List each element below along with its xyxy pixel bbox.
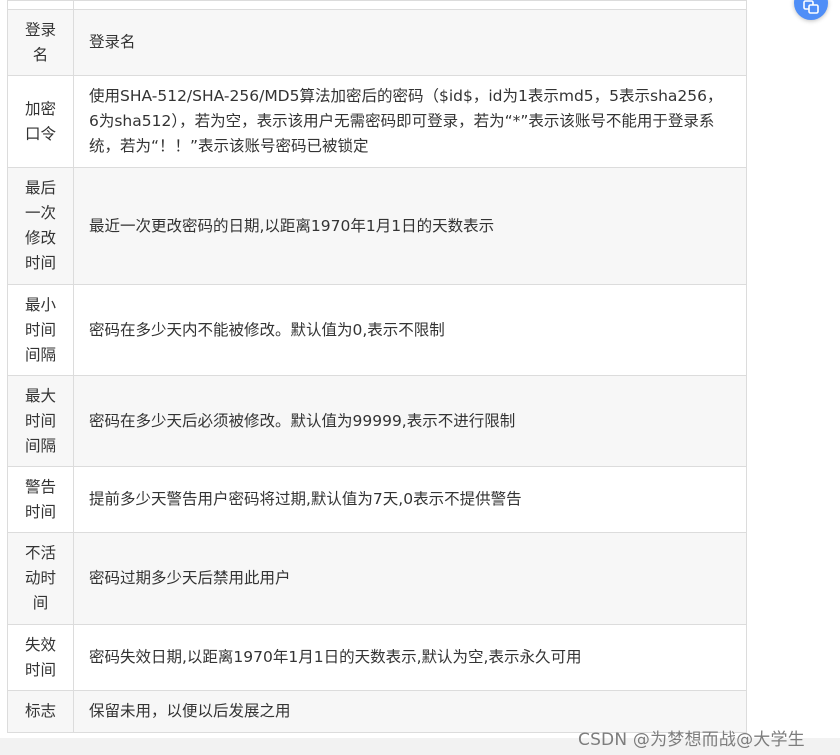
field-desc-cell: 密码失效日期,以距离1970年1月1日的天数表示,默认为空,表示永久可用 — [73, 624, 747, 691]
field-description: 密码在多少天内不能被修改。默认值为0,表示不限制 — [89, 320, 445, 339]
field-description: 密码过期多少天后禁用此用户 — [89, 569, 291, 587]
page: 登录名 登录名 加密口令 使用SHA-512/SHA-256/MD5算法加密后的… — [0, 0, 840, 755]
field-desc-cell: 密码在多少天内不能被修改。默认值为0,表示不限制 — [73, 284, 747, 376]
field-name: 加密口令 — [24, 99, 56, 143]
field-name: 警告时间 — [24, 477, 56, 521]
field-name-cell: 登录名 — [7, 9, 74, 76]
field-name-cell: 失效时间 — [7, 624, 74, 691]
field-desc-cell: 登录名 — [73, 9, 747, 76]
field-name: 登录名 — [24, 20, 56, 64]
field-description: 保留未用，以便以后发展之用 — [89, 702, 291, 720]
field-name-cell: 最后一次修改时间 — [7, 167, 74, 285]
shadow-fields-table: 登录名 登录名 加密口令 使用SHA-512/SHA-256/MD5算法加密后的… — [7, 0, 747, 733]
field-name: 最后一次修改时间 — [24, 179, 56, 272]
field-desc-cell: 使用SHA-512/SHA-256/MD5算法加密后的密码（$id$，id为1表… — [73, 75, 747, 168]
field-name: 标志 — [24, 702, 56, 720]
table-cell — [7, 0, 74, 10]
table-row: 最大时间间隔 密码在多少天后必须被修改。默认值为99999,表示不进行限制 — [7, 375, 747, 467]
field-description: 密码失效日期,以距离1970年1月1日的天数表示,默认为空,表示永久可用 — [89, 648, 582, 666]
table-row: 不活动时间 密码过期多少天后禁用此用户 — [7, 532, 747, 625]
table-row: 失效时间 密码失效日期,以距离1970年1月1日的天数表示,默认为空,表示永久可… — [7, 624, 747, 691]
field-name-cell: 不活动时间 — [7, 532, 74, 625]
field-description: 最近一次更改密码的日期,以距离1970年1月1日的天数表示 — [89, 216, 495, 235]
table-row: 警告时间 提前多少天警告用户密码将过期,默认值为7天,0表示不提供警告 — [7, 466, 747, 533]
field-desc-cell: 密码在多少天后必须被修改。默认值为99999,表示不进行限制 — [73, 375, 747, 467]
watermark: CSDN @为梦想而战@大学生 — [578, 730, 805, 750]
field-name: 不活动时间 — [24, 544, 56, 612]
table-row: 最后一次修改时间 最近一次更改密码的日期,以距离1970年1月1日的天数表示 — [7, 167, 747, 285]
table-row: 最小时间间隔 密码在多少天内不能被修改。默认值为0,表示不限制 — [7, 284, 747, 376]
field-desc-cell: 最近一次更改密码的日期,以距离1970年1月1日的天数表示 — [73, 167, 747, 285]
field-name-cell: 警告时间 — [7, 466, 74, 533]
field-desc-cell: 提前多少天警告用户密码将过期,默认值为7天,0表示不提供警告 — [73, 466, 747, 533]
field-description: 提前多少天警告用户密码将过期,默认值为7天,0表示不提供警告 — [89, 490, 522, 508]
field-name: 最大时间间隔 — [24, 386, 56, 455]
field-description: 密码在多少天后必须被修改。默认值为99999,表示不进行限制 — [89, 411, 516, 430]
field-name-cell: 最小时间间隔 — [7, 284, 74, 376]
field-name: 失效时间 — [24, 635, 56, 679]
field-description: 使用SHA-512/SHA-256/MD5算法加密后的密码（$id$，id为1表… — [89, 87, 723, 155]
translate-button[interactable] — [794, 0, 828, 20]
field-name-cell: 最大时间间隔 — [7, 375, 74, 467]
table-row-partial — [7, 0, 747, 10]
field-name-cell: 加密口令 — [7, 75, 74, 168]
table-row: 登录名 登录名 — [7, 9, 747, 76]
field-description: 登录名 — [89, 33, 136, 51]
table-cell — [73, 0, 747, 10]
field-name-cell: 标志 — [7, 690, 74, 733]
field-desc-cell: 密码过期多少天后禁用此用户 — [73, 532, 747, 625]
table-row: 加密口令 使用SHA-512/SHA-256/MD5算法加密后的密码（$id$，… — [7, 75, 747, 168]
field-name: 最小时间间隔 — [24, 295, 56, 364]
translate-icon — [803, 0, 819, 14]
